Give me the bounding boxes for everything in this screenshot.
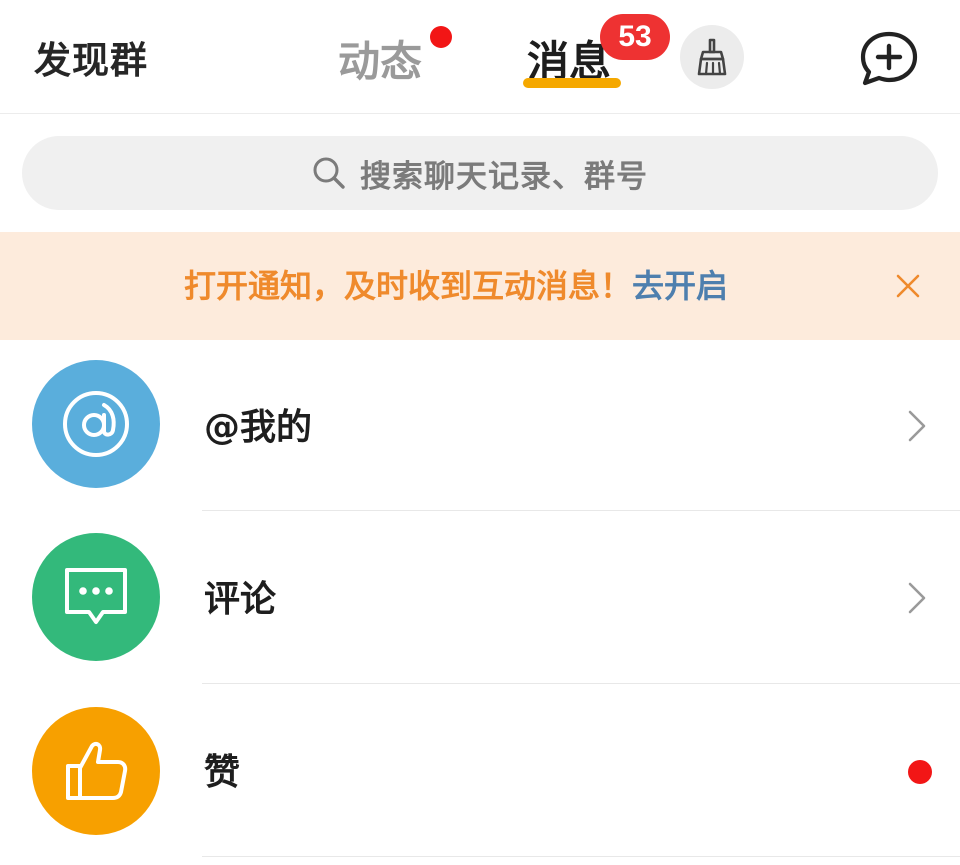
at-icon <box>63 391 129 457</box>
active-tab-indicator <box>523 78 621 88</box>
search-bar[interactable]: 搜索聊天记录、群号 <box>22 136 938 210</box>
mentions-avatar <box>32 360 160 488</box>
broom-icon <box>697 38 727 76</box>
chevron-right-icon <box>904 408 930 444</box>
list-item-mentions[interactable]: @我的 <box>0 340 960 512</box>
list-item-label: @我的 <box>204 407 313 448</box>
new-chat-button[interactable] <box>855 27 923 91</box>
list-item-comments[interactable]: 评论 <box>0 512 960 684</box>
thumbs-up-icon <box>66 741 128 800</box>
close-icon <box>896 274 920 298</box>
list-item-label: 评论 <box>204 579 277 620</box>
list-divider <box>202 856 960 857</box>
enable-notifications-link[interactable]: 去开启 <box>632 267 728 305</box>
discover-groups-button[interactable]: 发现群 <box>34 30 148 84</box>
comment-icon <box>65 568 127 624</box>
top-bar: 发现群 动态 消息 53 <box>0 0 960 114</box>
list-divider <box>202 683 960 684</box>
notification-banner: 打开通知，及时收到互动消息！去开启 <box>0 232 960 340</box>
tab-dynamic[interactable]: 动态 <box>338 28 422 89</box>
banner-text-row: 打开通知，及时收到互动消息！去开启 <box>184 232 728 340</box>
messages-unread-badge: 53 <box>600 14 670 60</box>
comments-avatar <box>32 533 160 661</box>
add-chat-icon <box>860 31 918 86</box>
list-divider <box>202 510 960 511</box>
clear-unread-button[interactable] <box>680 25 744 89</box>
search-placeholder: 搜索聊天记录、群号 <box>360 158 648 195</box>
banner-message: 打开通知，及时收到互动消息！ <box>184 267 633 305</box>
list-item-likes[interactable]: 赞 <box>0 685 960 857</box>
banner-close-button[interactable] <box>890 268 926 304</box>
list-item-label: 赞 <box>204 752 241 793</box>
dynamic-unread-dot <box>430 26 452 48</box>
search-icon <box>312 156 346 190</box>
likes-avatar <box>32 707 160 835</box>
chevron-right-icon <box>904 580 930 616</box>
likes-unread-dot <box>908 760 932 784</box>
